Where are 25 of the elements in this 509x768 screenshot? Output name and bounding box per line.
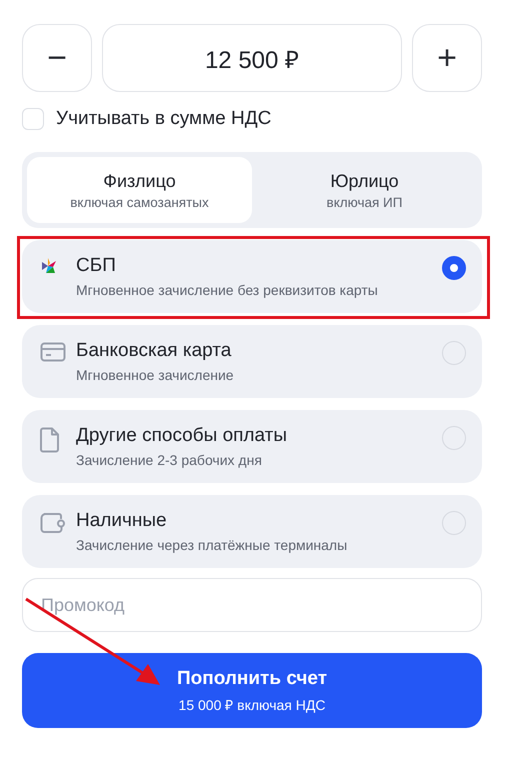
amount-field[interactable]: 12 500 ₽ <box>102 24 402 92</box>
payer-tab[interactable]: Юрлицо включая ИП <box>252 157 477 223</box>
method-title: СБП <box>76 255 117 277</box>
method-description: Мгновенное зачисление <box>76 367 235 383</box>
decrease-button[interactable]: − <box>22 24 92 92</box>
card-icon <box>40 342 66 362</box>
payment-method[interactable]: Банковская карта Мгновенное зачисление <box>22 325 482 398</box>
method-title: Другие способы оплаты <box>76 425 288 447</box>
method-description: Зачисление через платёжные терминалы <box>76 537 348 553</box>
method-description: Зачисление 2-3 рабочих дня <box>76 452 263 468</box>
payment-method[interactable]: Другие способы оплаты Зачисление 2-3 рабочих дня <box>22 410 482 483</box>
payment-method[interactable]: Наличные Зачисление через платёжные терминалы <box>22 495 482 568</box>
payer-tab[interactable]: Физлицо включая самозанятых <box>27 157 252 223</box>
checkbox-label: Учитывать в сумме НДС <box>56 108 272 130</box>
checkbox[interactable] <box>22 108 44 130</box>
method-description: Мгновенное зачисление без реквизитов карты <box>76 282 379 298</box>
radio-button[interactable] <box>442 256 466 280</box>
method-title: Банковская карта <box>76 340 232 362</box>
promo-code-field[interactable]: Промокод <box>22 578 482 632</box>
wallet-icon <box>40 512 66 534</box>
method-title: Наличные <box>76 510 168 532</box>
top-up-button[interactable]: Пополнить счет 15 000 ₽ включая НДС <box>22 653 482 728</box>
increase-button[interactable]: + <box>412 24 482 92</box>
document-icon <box>40 427 60 453</box>
payment-method[interactable]: СБП Мгновенное зачисление без реквизитов карты <box>22 240 482 313</box>
